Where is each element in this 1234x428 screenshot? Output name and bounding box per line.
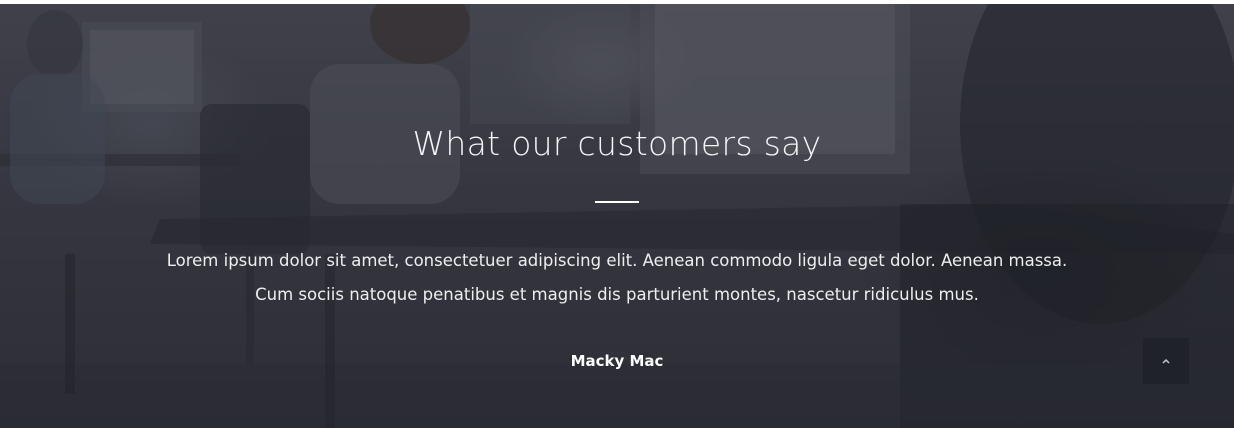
testimonial-author: Macky Mac (570, 352, 664, 370)
testimonial-quote: Lorem ipsum dolor sit amet, consectetuer… (166, 251, 1068, 304)
chevron-up-icon (1162, 358, 1170, 364)
title-divider (595, 201, 639, 203)
testimonials-section: What our customers say Lorem ipsum dolor… (0, 4, 1234, 428)
scroll-to-top-button[interactable] (1143, 338, 1189, 384)
section-title: What our customers say (412, 124, 822, 163)
